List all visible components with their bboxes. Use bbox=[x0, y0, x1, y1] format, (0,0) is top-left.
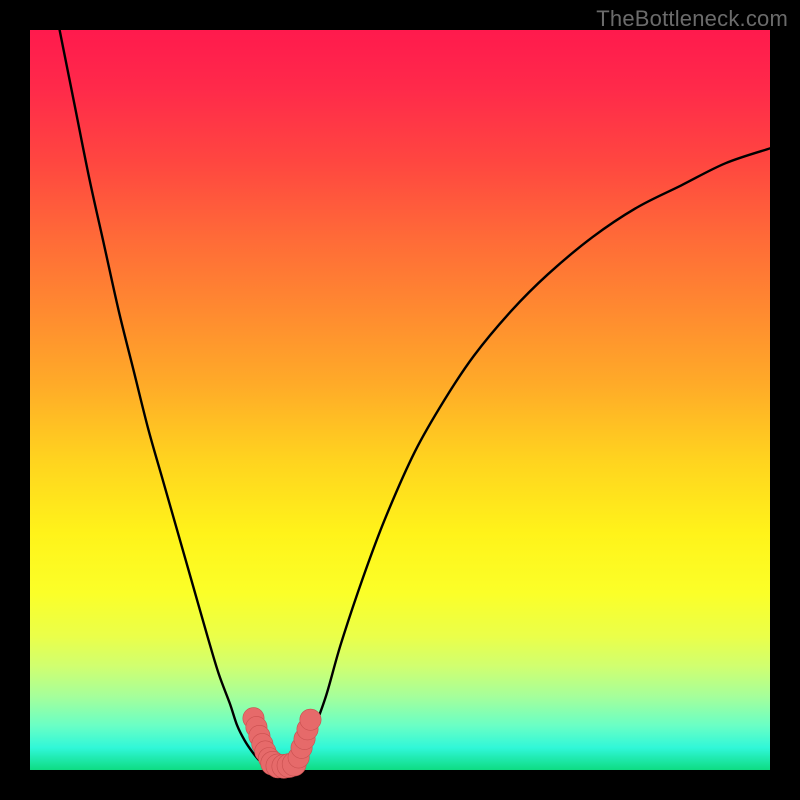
watermark-text: TheBottleneck.com bbox=[596, 6, 788, 32]
plot-area bbox=[30, 30, 770, 770]
curve-svg bbox=[30, 30, 770, 770]
data-marker bbox=[300, 709, 321, 730]
curve-right-branch bbox=[296, 148, 770, 765]
curve-left-branch bbox=[60, 30, 267, 766]
chart-frame: TheBottleneck.com bbox=[0, 0, 800, 800]
marker-group bbox=[243, 708, 321, 779]
